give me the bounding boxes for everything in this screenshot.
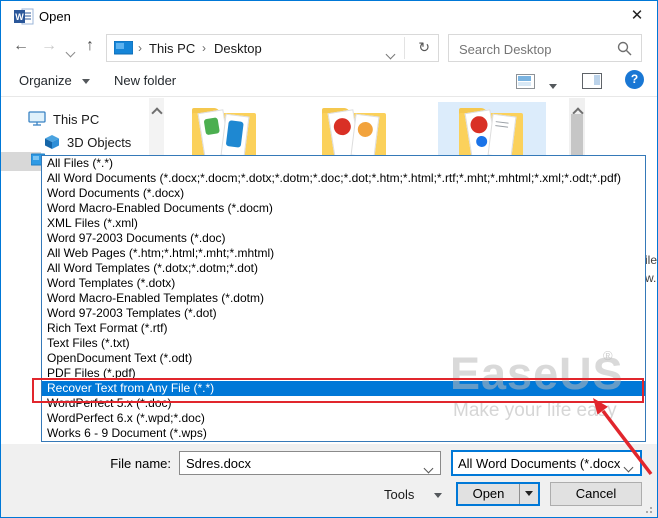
refresh-icon[interactable]: ↻ bbox=[418, 39, 430, 56]
organize-label: Organize bbox=[19, 73, 72, 88]
breadcrumb-separator: › bbox=[138, 41, 142, 55]
filetype-option[interactable]: Rich Text Format (*.rtf) bbox=[42, 321, 645, 336]
filetype-option[interactable]: Word Macro-Enabled Documents (*.docm) bbox=[42, 201, 645, 216]
address-divider bbox=[404, 37, 405, 59]
filelist-scrollbar[interactable] bbox=[569, 98, 585, 156]
watermark-registered-icon: ® bbox=[603, 348, 613, 363]
svg-text:W: W bbox=[15, 12, 24, 22]
filetype-option[interactable]: All Web Pages (*.htm;*.html;*.mht;*.mhtm… bbox=[42, 246, 645, 261]
filetype-option[interactable]: Word Documents (*.docx) bbox=[42, 186, 645, 201]
organize-chevron-icon bbox=[82, 79, 90, 84]
preview-pane-text: ile bbox=[645, 253, 657, 267]
views-chevron-icon[interactable] bbox=[549, 78, 557, 96]
annotation-highlight-box bbox=[32, 378, 644, 403]
filetype-option[interactable]: Word 97-2003 Documents (*.doc) bbox=[42, 231, 645, 246]
file-name-combobox[interactable]: Sdres.docx bbox=[179, 451, 441, 475]
recent-locations-chevron-icon[interactable] bbox=[67, 43, 74, 61]
folder-tile[interactable] bbox=[319, 105, 389, 161]
search-input[interactable] bbox=[457, 38, 616, 60]
chevron-down-icon[interactable] bbox=[625, 458, 632, 476]
folder-tile[interactable] bbox=[189, 105, 259, 161]
close-button[interactable]: ✕ bbox=[625, 5, 649, 27]
filetype-option[interactable]: All Word Templates (*.dotx;*.dotm;*.dot) bbox=[42, 261, 645, 276]
title-bar: W Open ✕ bbox=[1, 1, 657, 31]
filetype-option[interactable]: Word Macro-Enabled Templates (*.dotm) bbox=[42, 291, 645, 306]
preview-pane-text: w. bbox=[645, 271, 656, 285]
file-type-combobox[interactable]: All Word Documents (*.docx;*.d bbox=[451, 450, 642, 476]
file-name-label: File name: bbox=[59, 456, 171, 471]
chevron-down-icon[interactable] bbox=[425, 459, 432, 477]
breadcrumb-this-pc[interactable]: This PC bbox=[149, 41, 195, 56]
search-box[interactable] bbox=[448, 34, 642, 62]
file-type-value: All Word Documents (*.docx;*.d bbox=[458, 456, 620, 471]
cancel-button[interactable]: Cancel bbox=[550, 482, 642, 506]
open-split-chevron-icon[interactable] bbox=[519, 484, 538, 504]
new-folder-button[interactable]: New folder bbox=[114, 73, 176, 88]
preview-pane-icon[interactable] bbox=[582, 73, 602, 89]
open-button-label[interactable]: Open bbox=[458, 484, 519, 504]
tools-chevron-icon bbox=[434, 493, 442, 498]
window-title: Open bbox=[39, 9, 71, 24]
navigation-bar: ← → ↑ › This PC › Desktop ↻ bbox=[1, 31, 657, 65]
tools-label: Tools bbox=[384, 487, 414, 502]
watermark-tagline: Make your life easy bbox=[453, 400, 617, 422]
filetype-option[interactable]: Works 6 - 9 Document (*.wps) bbox=[42, 426, 645, 441]
folder-tile[interactable] bbox=[456, 105, 526, 161]
organize-button[interactable]: Organize bbox=[19, 73, 90, 88]
breadcrumb-desktop[interactable]: Desktop bbox=[214, 41, 262, 56]
open-button[interactable]: Open bbox=[456, 482, 540, 506]
this-pc-icon bbox=[28, 111, 46, 126]
filetype-option[interactable]: All Word Documents (*.docx;*.docm;*.dotx… bbox=[42, 171, 645, 186]
sidebar-item-3d-objects[interactable]: 3D Objects bbox=[67, 135, 131, 150]
word-app-icon: W bbox=[14, 8, 34, 25]
tools-button[interactable]: Tools bbox=[376, 483, 446, 506]
filetype-option[interactable]: All Files (*.*) bbox=[42, 156, 645, 171]
address-bar[interactable]: › This PC › Desktop ↻ bbox=[106, 34, 439, 62]
breadcrumb-separator: › bbox=[202, 41, 206, 55]
forward-button[interactable]: → bbox=[41, 37, 57, 55]
file-name-value: Sdres.docx bbox=[186, 456, 251, 471]
sidebar-scrollbar[interactable] bbox=[149, 98, 164, 156]
address-dropdown-chevron-icon[interactable] bbox=[387, 45, 394, 63]
scroll-up-icon[interactable] bbox=[153, 104, 161, 122]
up-button[interactable]: ↑ bbox=[86, 37, 94, 55]
filetype-option[interactable]: Word Templates (*.dotx) bbox=[42, 276, 645, 291]
filetype-option[interactable]: XML Files (*.xml) bbox=[42, 216, 645, 231]
views-icon[interactable] bbox=[516, 74, 535, 89]
resize-grip-icon[interactable] bbox=[644, 505, 652, 513]
back-button[interactable]: ← bbox=[13, 37, 29, 55]
desktop-location-icon bbox=[114, 41, 133, 56]
filetype-option[interactable]: Word 97-2003 Templates (*.dot) bbox=[42, 306, 645, 321]
3d-objects-icon bbox=[44, 134, 60, 150]
scrollbar-thumb[interactable] bbox=[571, 114, 583, 156]
search-icon[interactable] bbox=[617, 41, 632, 56]
sidebar-item-this-pc[interactable]: This PC bbox=[53, 112, 99, 127]
open-dialog: W Open ✕ ← → ↑ › This PC › Desktop ↻ bbox=[0, 0, 658, 518]
command-toolbar: Organize New folder ? bbox=[1, 65, 657, 97]
help-icon[interactable]: ? bbox=[625, 70, 644, 89]
